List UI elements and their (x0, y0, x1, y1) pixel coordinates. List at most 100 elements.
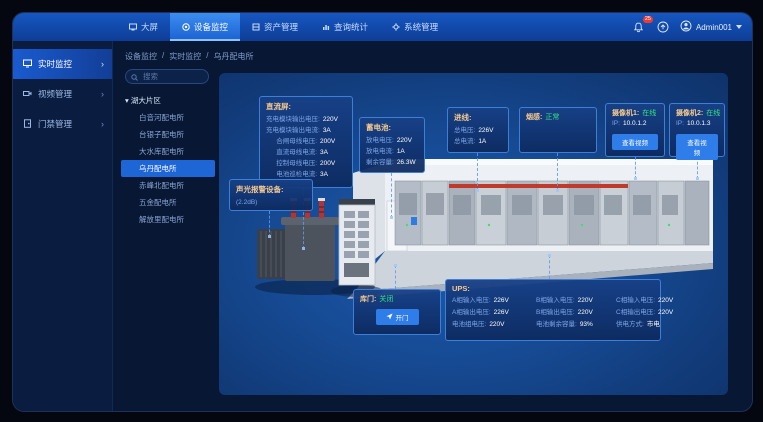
view-video-button[interactable]: 查看视频 (612, 134, 658, 150)
user-menu[interactable]: Admin001 (680, 20, 742, 34)
tree-search (125, 69, 209, 84)
tab-query-statistics[interactable]: 查询统计 (310, 13, 380, 41)
callout-title: 声光报警设备: (236, 184, 306, 195)
leader-line (697, 157, 698, 179)
metric-label: C相输出电压: (616, 307, 655, 318)
realtime-monitor-icon (23, 59, 32, 70)
metric-value: 226V (494, 295, 509, 306)
callout-title: 蓄电池: (366, 122, 418, 133)
tree-item-label: 白音河配电所 (139, 113, 184, 122)
asset-icon (252, 23, 260, 31)
tab-label: 资产管理 (264, 13, 298, 41)
camera1-callout: 摄像机1:在线 IP:10.0.1.2 查看视频 (605, 103, 665, 157)
metric-value: 220V (397, 135, 412, 146)
gear-icon (392, 23, 400, 31)
metric-label: 充电模块输出电流: (266, 125, 320, 136)
sidebar-item-label: 视频管理 (38, 88, 72, 100)
open-door-button[interactable]: 开门 (376, 309, 419, 325)
metric-label: 电池剩余容量: (536, 319, 577, 330)
alarm-device-callout: 声光报警设备: (2.2dB) (229, 179, 313, 211)
chevron-right-icon: › (101, 119, 104, 129)
nav-tabs: 大屏 设备监控 资产管理 查询统计 系统管理 (117, 13, 450, 41)
metric-value: 1A (397, 146, 405, 157)
metric-label: A相输入电压: (452, 295, 491, 306)
tree-item-label: 解放里配电所 (139, 215, 184, 224)
sidebar-item-access-control[interactable]: 门禁管理 › (13, 109, 112, 139)
tab-dashboard[interactable]: 大屏 (117, 13, 170, 41)
tree-root-label: 湖大片区 (131, 96, 161, 105)
metric-label: 总电压: (454, 125, 475, 136)
tab-system-management[interactable]: 系统管理 (380, 13, 450, 41)
notification-bell-icon[interactable]: 25 (632, 20, 646, 34)
metric-label: C相输入电压: (616, 295, 655, 306)
callout-title: 烟感: (526, 112, 542, 122)
metric-label: B相输入电压: (536, 295, 575, 306)
tab-device-monitoring[interactable]: 设备监控 (170, 13, 240, 41)
metric-value: 220V (323, 114, 346, 125)
leader-line (549, 255, 550, 279)
door-icon (23, 119, 32, 130)
notification-badge: 25 (643, 16, 653, 23)
incoming-line-callout: 进线: 总电压:226V 总电流:1A (447, 107, 509, 153)
tab-label: 查询统计 (334, 13, 368, 41)
tree-item-station[interactable]: 五金配电所 (121, 194, 215, 211)
metric-value: 220V (489, 319, 504, 330)
door-status: 关闭 (379, 294, 393, 304)
app-window: 大屏 设备监控 资产管理 查询统计 系统管理 25 (12, 12, 753, 412)
callout-title: 库门: (360, 294, 376, 304)
chevron-right-icon: › (101, 59, 104, 69)
open-door-label: 开门 (396, 312, 409, 322)
leader-line (557, 153, 558, 191)
breadcrumb-separator: / (162, 51, 164, 62)
smoke-status: 正常 (545, 112, 559, 122)
tree-search-input[interactable] (141, 71, 203, 82)
metric-label: 总电流: (454, 136, 475, 147)
camera2-callout: 摄像机2:在线 IP:10.0.1.3 查看视频 (669, 103, 725, 157)
metric-value: 220V (658, 307, 673, 318)
metric-label: 放电电流: (366, 146, 394, 157)
monitor-icon (182, 23, 190, 31)
tab-asset-management[interactable]: 资产管理 (240, 13, 310, 41)
sidebar-item-realtime-monitoring[interactable]: 实时监控 › (13, 49, 112, 79)
search-icon (131, 68, 138, 86)
view-video-button[interactable]: 查看视频 (676, 134, 718, 160)
callout-title: 进线: (454, 112, 502, 123)
tree-root-node[interactable]: ▾ 湖大片区 (121, 93, 215, 109)
tab-label: 大屏 (141, 13, 158, 41)
camera2-status: 在线 (706, 108, 720, 118)
leader-line (395, 265, 396, 289)
dc-screen-callout: 直流屏: 充电模块输出电压:220V 充电模块输出电流:3A 合闸母线电压:20… (259, 96, 353, 188)
tree-item-station[interactable]: 解放里配电所 (121, 211, 215, 228)
tree-item-station[interactable]: 台银子配电所 (121, 126, 215, 143)
fullscreen-icon[interactable] (656, 20, 670, 34)
breadcrumb-separator: / (206, 51, 208, 62)
callout-title: 摄像机1: (612, 108, 639, 118)
breadcrumb-item[interactable]: 乌丹配电所 (213, 51, 253, 62)
avatar-icon (680, 20, 692, 34)
metric-label: 充电模块输出电压: (266, 114, 320, 125)
camera1-ip: 10.0.1.2 (623, 118, 647, 129)
tab-label: 系统管理 (404, 13, 438, 41)
tree-item-label: 台银子配电所 (139, 130, 184, 139)
smoke-sensor-callout: 烟感:正常 (519, 107, 597, 153)
metric-label: A相输出电压: (452, 307, 491, 318)
ups-callout: UPS: A相输入电压:226V B相输入电压:220V C相输入电压:220V… (445, 279, 661, 341)
metric-label: 控制母线电压: (266, 158, 317, 169)
camera1-status: 在线 (642, 108, 656, 118)
breadcrumb-item[interactable]: 实时监控 (169, 51, 201, 62)
leader-line (477, 153, 478, 191)
ip-label: IP: (676, 118, 684, 129)
callout-title: UPS: (452, 284, 654, 293)
tree-item-station[interactable]: 赤峰北配电所 (121, 177, 215, 194)
breadcrumb-item[interactable]: 设备监控 (125, 51, 157, 62)
chevron-right-icon: › (101, 89, 104, 99)
tree-item-station[interactable]: 白音河配电所 (121, 109, 215, 126)
tree-item-station-selected[interactable]: 乌丹配电所 (121, 160, 215, 177)
metric-value: 3A (320, 147, 346, 158)
tree-item-station[interactable]: 大水库配电所 (121, 143, 215, 160)
callout-title: 直流屏: (266, 101, 346, 112)
sidebar-item-video-management[interactable]: 视频管理 › (13, 79, 112, 109)
metric-label: 电池组电压: (452, 319, 486, 330)
metric-value: 市电 (647, 319, 660, 330)
metric-value: 3A (323, 125, 346, 136)
